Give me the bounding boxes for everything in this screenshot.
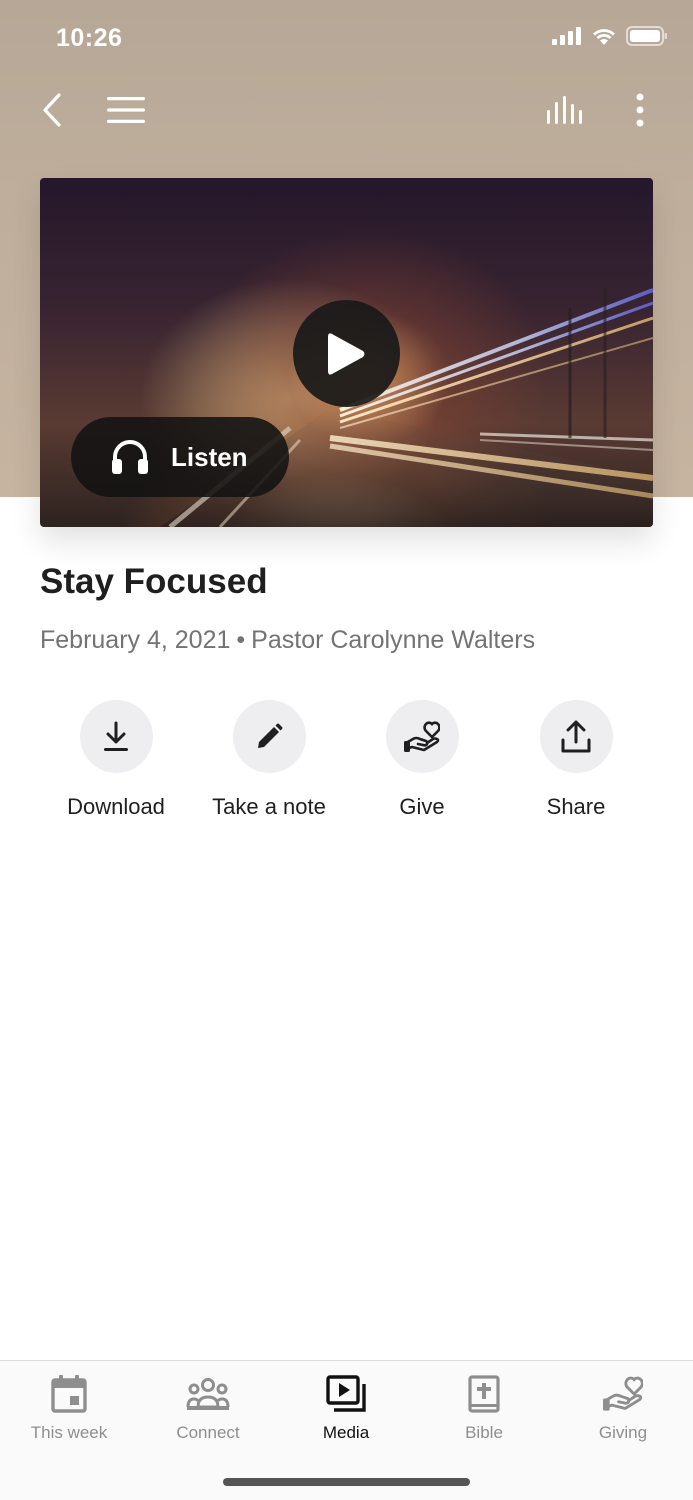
bible-icon xyxy=(468,1375,500,1413)
share-label: Share xyxy=(546,794,606,819)
tab-label: This week xyxy=(30,1423,108,1442)
tab-connect[interactable]: Connect xyxy=(148,1375,268,1443)
tab-label: Giving xyxy=(598,1423,648,1442)
tab-label: Connect xyxy=(176,1423,240,1442)
share-icon xyxy=(561,720,591,752)
top-bar xyxy=(0,78,693,142)
cellular-signal-icon xyxy=(552,27,581,45)
tab-label: Media xyxy=(322,1423,370,1442)
menu-icon xyxy=(107,97,145,123)
audio-levels-icon xyxy=(547,96,582,124)
menu-button[interactable] xyxy=(104,88,148,132)
back-button[interactable] xyxy=(30,86,74,134)
audio-levels-button[interactable] xyxy=(543,88,589,132)
home-indicator[interactable] xyxy=(223,1478,470,1486)
listen-label: Listen xyxy=(171,441,248,472)
download-circle[interactable] xyxy=(79,700,153,773)
sermon-date: February 4, 2021 xyxy=(40,626,231,654)
pencil-icon xyxy=(258,723,283,748)
download-label: Download xyxy=(67,794,165,819)
take-note-label: Take a note xyxy=(212,794,326,819)
media-icon xyxy=(326,1375,366,1412)
more-vertical-icon xyxy=(636,93,644,127)
tab-label: Bible xyxy=(465,1423,503,1442)
tab-giving[interactable]: Giving xyxy=(563,1375,683,1443)
hand-heart-icon xyxy=(404,720,440,752)
play-icon xyxy=(327,332,364,375)
download-button[interactable]: Download xyxy=(41,700,191,820)
give-button[interactable]: Give xyxy=(347,700,497,820)
take-note-circle[interactable] xyxy=(232,700,306,773)
hand-heart-icon xyxy=(603,1376,643,1411)
media-thumbnail[interactable]: Listen xyxy=(40,178,653,527)
give-label: Give xyxy=(399,794,445,819)
take-note-button[interactable]: Take a note xyxy=(194,700,344,820)
wifi-icon xyxy=(593,28,615,45)
people-icon xyxy=(186,1378,230,1410)
give-circle[interactable] xyxy=(385,700,459,773)
download-icon xyxy=(104,721,128,751)
meta-separator: • xyxy=(236,626,246,654)
tab-bible[interactable]: Bible xyxy=(424,1375,544,1443)
chevron-left-icon xyxy=(43,93,61,127)
status-icons xyxy=(552,26,668,46)
listen-button[interactable]: Listen xyxy=(71,417,289,497)
tab-media[interactable]: Media xyxy=(286,1375,406,1443)
headphones-icon xyxy=(112,440,148,474)
share-circle[interactable] xyxy=(539,700,613,773)
sermon-title: Stay Focused xyxy=(40,562,268,601)
calendar-icon xyxy=(51,1375,87,1413)
play-button[interactable] xyxy=(293,300,400,407)
status-time: 10:26 xyxy=(56,24,123,52)
sermon-meta: February 4, 2021 • Pastor Carolynne Walter… xyxy=(40,626,535,655)
action-row: Download Take a note Give Share xyxy=(0,700,693,830)
share-button[interactable]: Share xyxy=(501,700,651,820)
status-bar: 10:26 xyxy=(0,0,693,78)
more-options-button[interactable] xyxy=(620,88,660,132)
sermon-speaker: Pastor Carolynne Walters xyxy=(251,626,536,654)
tab-this-week[interactable]: This week xyxy=(9,1375,129,1443)
battery-icon xyxy=(626,26,667,46)
